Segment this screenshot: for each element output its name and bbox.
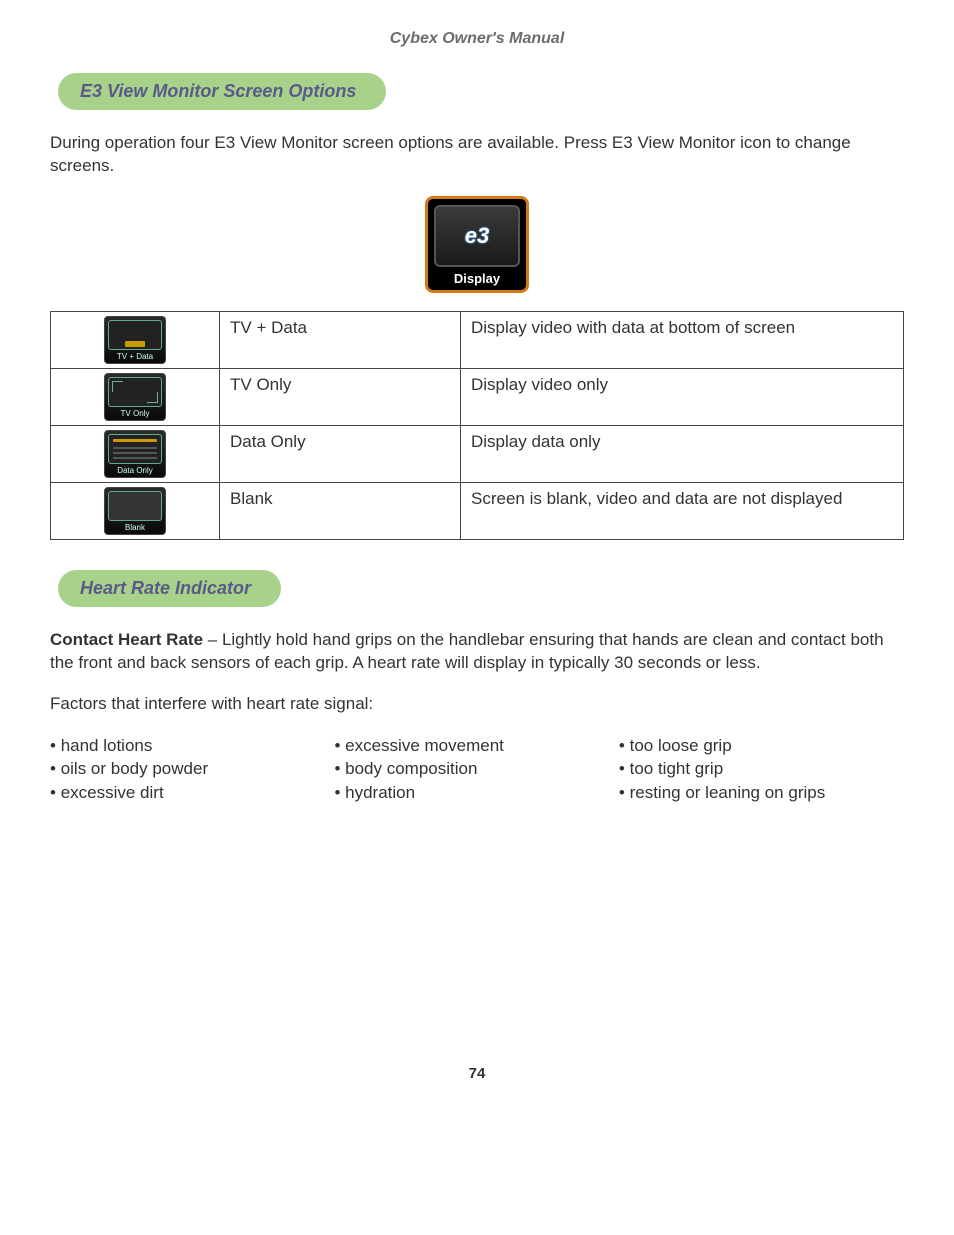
option-icon-cell: Blank — [51, 482, 220, 539]
contact-label: Contact Heart Rate — [50, 630, 203, 649]
doc-header: Cybex Owner's Manual — [50, 30, 904, 48]
list-item: excessive dirt — [50, 781, 330, 805]
tv-only-icon: TV Only — [104, 373, 166, 421]
table-row: Blank Blank Screen is blank, video and d… — [51, 482, 904, 539]
option-desc: Display data only — [461, 425, 904, 482]
mini-icon-label: TV + Data — [108, 350, 162, 361]
list-item: hydration — [334, 781, 614, 805]
table-row: Data Only Data Only Display data only — [51, 425, 904, 482]
list-item: excessive movement — [334, 734, 614, 758]
mini-icon-label: Blank — [108, 521, 162, 532]
section-heading-heart-rate: Heart Rate Indicator — [58, 570, 281, 607]
display-icon-label: Display — [434, 267, 520, 286]
mini-icon-label: Data Only — [108, 464, 162, 475]
display-icon: e3 Display — [425, 196, 529, 293]
option-name: Data Only — [220, 425, 461, 482]
list-item: hand lotions — [50, 734, 330, 758]
option-desc: Display video with data at bottom of scr… — [461, 311, 904, 368]
mini-icon-label: TV Only — [108, 407, 162, 418]
factor-column-3: too loose grip too tight grip resting or… — [619, 734, 899, 805]
section-title: Heart Rate Indicator — [80, 578, 251, 598]
e3-logo-icon: e3 — [434, 205, 520, 267]
option-name: Blank — [220, 482, 461, 539]
list-item: body composition — [334, 757, 614, 781]
page-number: 74 — [50, 1065, 904, 1082]
contact-heart-rate-text: Contact Heart Rate – Lightly hold hand g… — [50, 629, 904, 675]
option-name: TV + Data — [220, 311, 461, 368]
factor-column-1: hand lotions oils or body powder excessi… — [50, 734, 330, 805]
option-desc: Screen is blank, video and data are not … — [461, 482, 904, 539]
option-icon-cell: TV + Data — [51, 311, 220, 368]
table-row: TV + Data TV + Data Display video with d… — [51, 311, 904, 368]
option-icon-cell: TV Only — [51, 368, 220, 425]
factors-columns: hand lotions oils or body powder excessi… — [50, 734, 904, 805]
blank-icon: Blank — [104, 487, 166, 535]
data-only-icon: Data Only — [104, 430, 166, 478]
list-item: too loose grip — [619, 734, 899, 758]
list-item: resting or leaning on grips — [619, 781, 899, 805]
option-desc: Display video only — [461, 368, 904, 425]
screen-options-table: TV + Data TV + Data Display video with d… — [50, 311, 904, 540]
option-icon-cell: Data Only — [51, 425, 220, 482]
factors-intro: Factors that interfere with heart rate s… — [50, 693, 904, 716]
intro-text: During operation four E3 View Monitor sc… — [50, 132, 904, 178]
list-item: too tight grip — [619, 757, 899, 781]
list-item: oils or body powder — [50, 757, 330, 781]
section-title: E3 View Monitor Screen Options — [80, 81, 356, 101]
tv-data-icon: TV + Data — [104, 316, 166, 364]
table-row: TV Only TV Only Display video only — [51, 368, 904, 425]
section-heading-e3-options: E3 View Monitor Screen Options — [58, 73, 386, 110]
factor-column-2: excessive movement body composition hydr… — [334, 734, 614, 805]
option-name: TV Only — [220, 368, 461, 425]
